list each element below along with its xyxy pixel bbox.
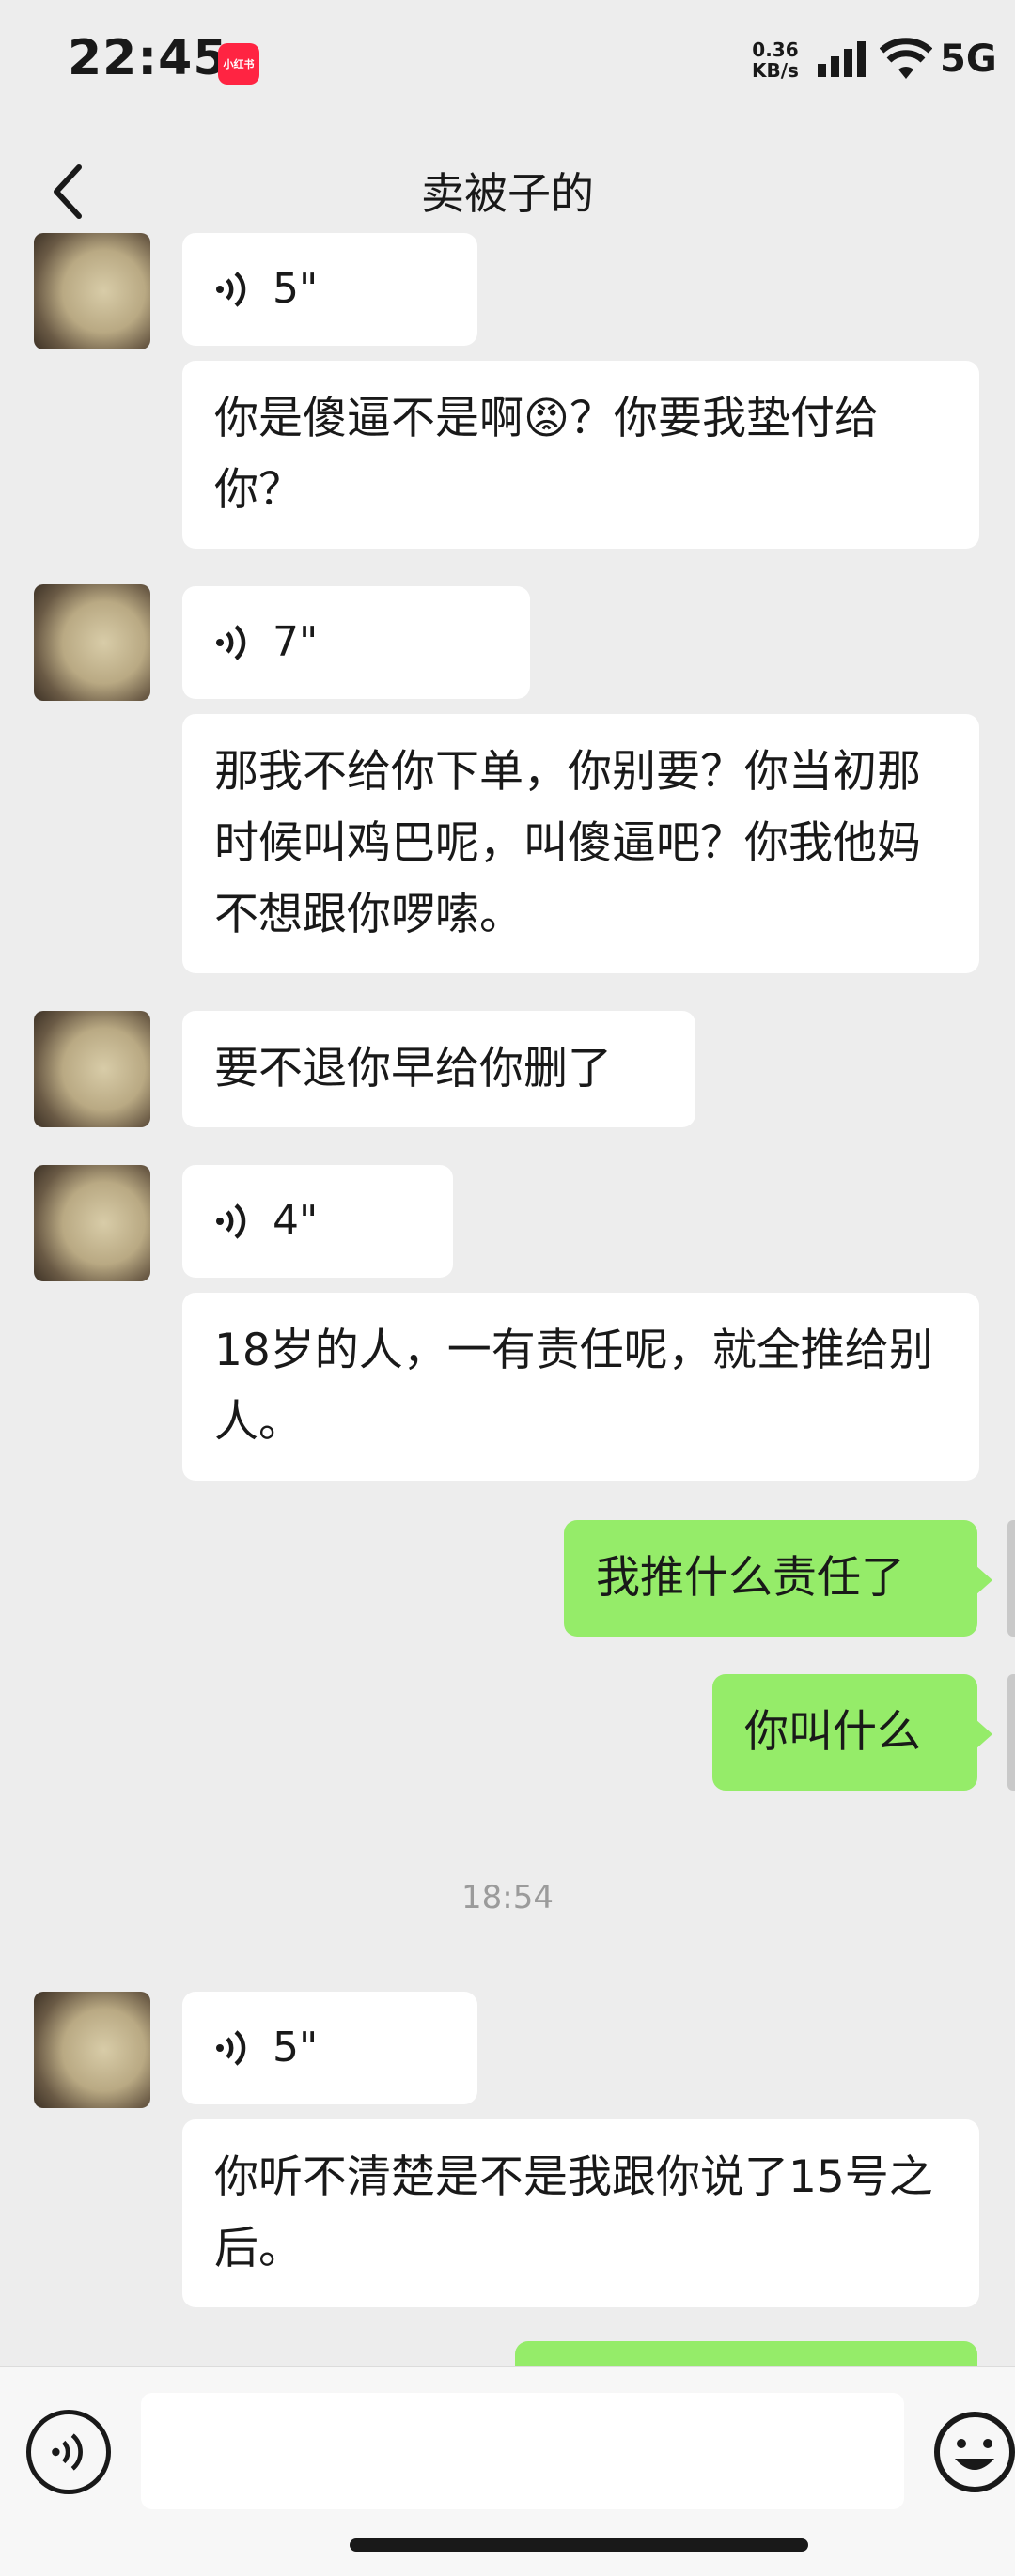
- message-text: 你是傻逼不是啊😡？你要我垫付给你？: [214, 393, 879, 516]
- message-text: 那我不给你下单，你别要？你当初那时候叫鸡巴呢，叫傻逼吧？你我他妈不想跟你啰嗦。: [214, 746, 921, 940]
- message-text: 18岁的人，一有责任呢，就全推给别人。: [214, 1325, 933, 1448]
- app-notification-badge: 小红书: [218, 43, 259, 85]
- text-message[interactable]: 你听不清楚是不是我跟你说了15号之后。: [182, 2119, 979, 2307]
- chat-header: 卖被子的: [0, 132, 1015, 252]
- text-message[interactable]: 要不退你早给你删了: [182, 1011, 695, 1127]
- status-time: 22:45: [68, 30, 228, 86]
- contact-avatar[interactable]: [34, 1011, 150, 1127]
- voice-icon: [52, 2433, 83, 2471]
- network-speed-unit: KB/s: [752, 59, 799, 82]
- message-text: 我推什么责任了: [596, 1552, 905, 1604]
- message-text: 要不退你早给你删了: [214, 1043, 612, 1094]
- voice-icon: [216, 2030, 246, 2066]
- emoji-icon[interactable]: [932, 2410, 1015, 2494]
- network-speed-value: 0.36: [752, 39, 799, 61]
- home-indicator[interactable]: [350, 2538, 808, 2552]
- status-bar: 22:45 小红书 0.36 KB/s 5G: [0, 0, 1015, 132]
- voice-duration: 5": [273, 265, 319, 313]
- voice-icon: [216, 272, 246, 307]
- voice-message[interactable]: 4": [182, 1165, 453, 1278]
- voice-message[interactable]: 5": [182, 1992, 477, 2104]
- text-message[interactable]: 18岁的人，一有责任呢，就全推给别人。: [182, 1293, 979, 1481]
- voice-input-toggle[interactable]: [26, 2410, 111, 2494]
- chat-title: 卖被子的: [421, 168, 594, 219]
- network-speed: 0.36 KB/s: [752, 39, 799, 81]
- my-avatar[interactable]: [1007, 1674, 1015, 1791]
- voice-message[interactable]: 5": [182, 233, 477, 346]
- message-input[interactable]: [141, 2393, 904, 2509]
- voice-duration: 7": [273, 618, 319, 666]
- network-type: 5G: [940, 38, 997, 81]
- contact-avatar[interactable]: [34, 233, 150, 349]
- message-text: 你听不清楚是不是我跟你说了15号之后。: [214, 2151, 933, 2274]
- text-message[interactable]: 你是傻逼不是啊😡？你要我垫付给你？: [182, 361, 979, 549]
- signal-icon: [818, 41, 866, 77]
- message-timestamp: 18:54: [461, 1879, 554, 1916]
- my-text-message[interactable]: 你叫什么: [712, 1674, 992, 1791]
- my-text-message[interactable]: 我推什么责任了: [564, 1520, 992, 1637]
- contact-avatar[interactable]: [34, 1992, 150, 2108]
- voice-duration: 5": [273, 2024, 319, 2072]
- my-avatar[interactable]: [1007, 1520, 1015, 1637]
- contact-avatar[interactable]: [34, 584, 150, 701]
- wifi-icon: [880, 38, 932, 79]
- voice-icon: [216, 1203, 246, 1239]
- message-text: 你叫什么: [744, 1706, 921, 1758]
- voice-icon: [216, 625, 246, 660]
- contact-avatar[interactable]: [34, 1165, 150, 1281]
- voice-message[interactable]: 7": [182, 586, 530, 699]
- text-message[interactable]: 那我不给你下单，你别要？你当初那时候叫鸡巴呢，叫傻逼吧？你我他妈不想跟你啰嗦。: [182, 714, 979, 973]
- voice-duration: 4": [273, 1197, 319, 1245]
